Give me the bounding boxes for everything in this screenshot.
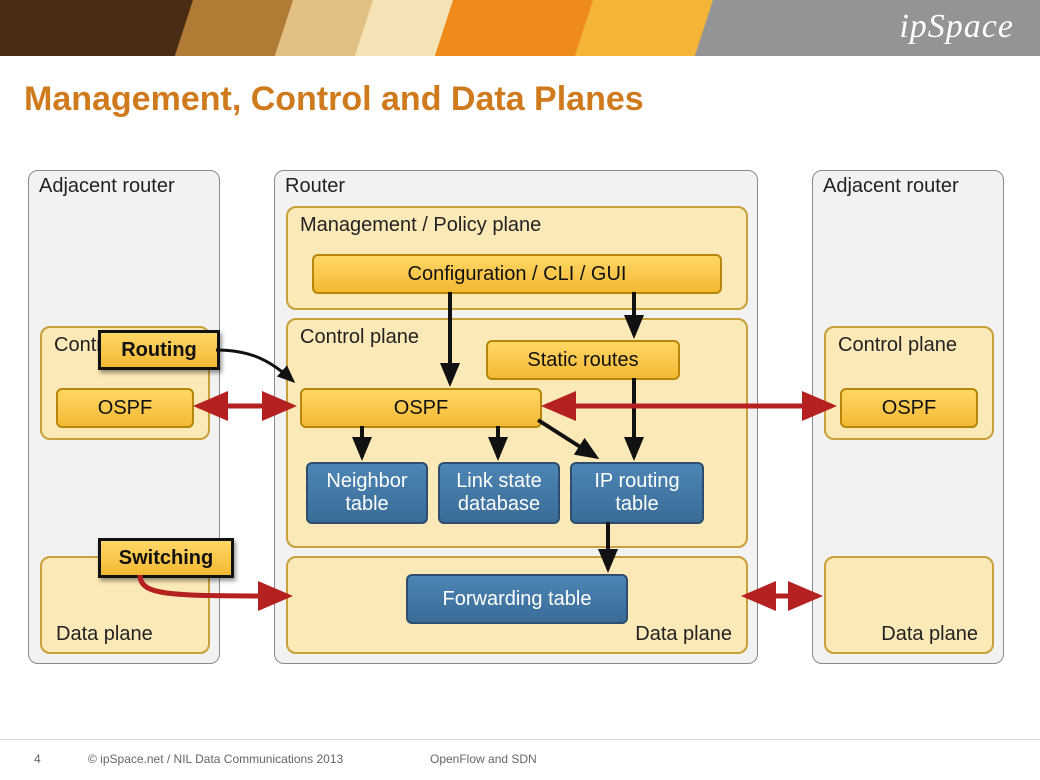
right-ospf-box: OSPF: [840, 388, 978, 428]
center-router-label: Router: [285, 175, 345, 198]
routing-callout: Routing: [98, 330, 220, 370]
right-data-plane-label: Data plane: [881, 623, 978, 646]
copyright-text: © ipSpace.net / NIL Data Communications …: [88, 752, 343, 766]
ip-routing-table-box: IP routing table: [570, 462, 704, 524]
center-data-plane-label: Data plane: [635, 623, 732, 646]
neighbor-table-box: Neighbor table: [306, 462, 428, 524]
center-control-plane-label: Control plane: [300, 326, 419, 349]
brand-logo: ipSpace: [899, 8, 1014, 46]
forwarding-table-box: Forwarding table: [406, 574, 628, 624]
left-data-plane-label: Data plane: [56, 623, 153, 646]
static-routes-box: Static routes: [486, 340, 680, 380]
right-router-label: Adjacent router: [823, 175, 959, 198]
config-cli-gui-box: Configuration / CLI / GUI: [312, 254, 722, 294]
switching-callout: Switching: [98, 538, 234, 578]
footer-topic: OpenFlow and SDN: [430, 752, 537, 766]
footer: 4 © ipSpace.net / NIL Data Communication…: [0, 739, 1040, 780]
center-ospf-box: OSPF: [300, 388, 542, 428]
left-router-label: Adjacent router: [39, 175, 175, 198]
slide-title: Management, Control and Data Planes: [24, 80, 644, 119]
link-state-db-box: Link state database: [438, 462, 560, 524]
right-data-plane: Data plane: [824, 556, 994, 654]
header-banner: ipSpace: [0, 0, 1040, 56]
left-ospf-box: OSPF: [56, 388, 194, 428]
mgmt-plane-label: Management / Policy plane: [300, 214, 541, 237]
right-control-plane-label: Control plane: [838, 334, 957, 357]
page-number: 4: [34, 752, 41, 766]
